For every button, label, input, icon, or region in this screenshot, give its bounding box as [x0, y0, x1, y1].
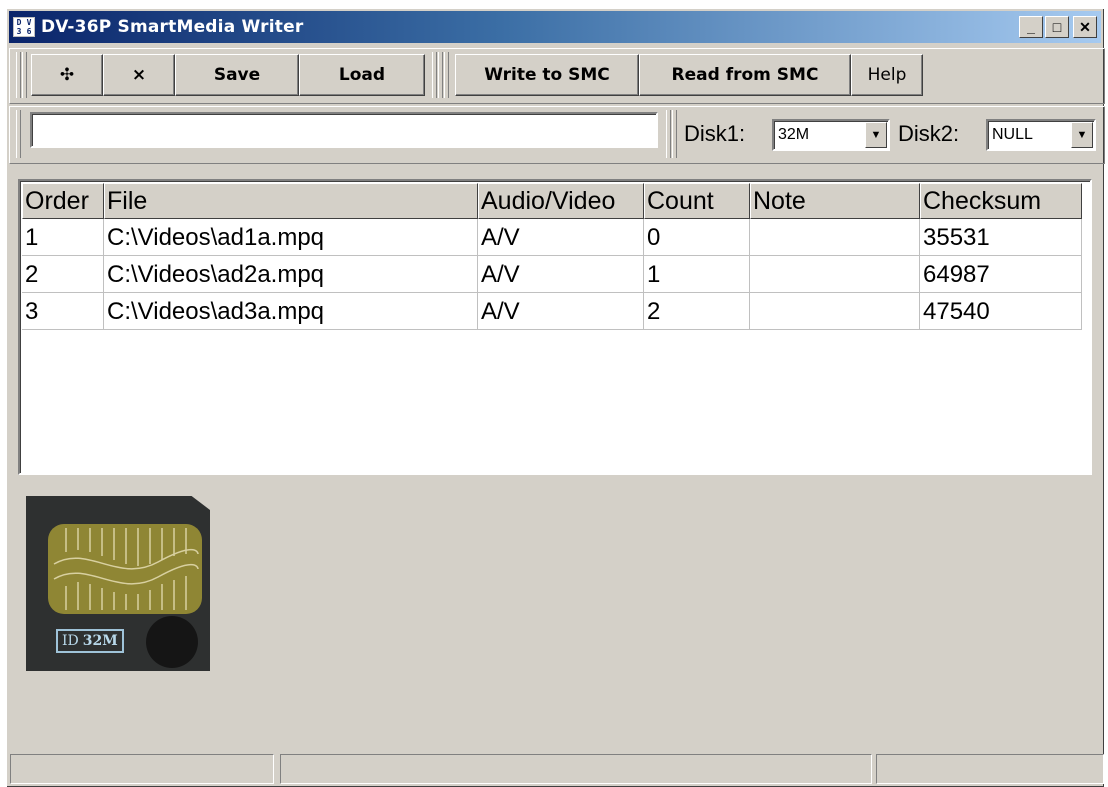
- cell-order: 2: [22, 256, 104, 293]
- column-header-audio-video[interactable]: Audio/Video: [478, 183, 644, 219]
- minimize-button[interactable]: _: [1019, 16, 1043, 38]
- cell-order: 3: [22, 293, 104, 330]
- disk1-select[interactable]: 32M ▼: [772, 119, 890, 151]
- card-write-protect-dot: [146, 616, 198, 668]
- column-header-checksum[interactable]: Checksum: [920, 183, 1082, 219]
- save-button[interactable]: Save: [175, 54, 299, 96]
- dropdown-arrow-icon[interactable]: ▼: [1071, 122, 1093, 148]
- cell-file: C:\Videos\ad1a.mpq: [104, 219, 478, 256]
- card-contacts-graphic: [48, 524, 202, 614]
- status-panel-2: [280, 754, 872, 784]
- cell-checksum: 47540: [920, 293, 1082, 330]
- app-icon-glyph: V: [26, 18, 32, 27]
- write-to-smc-button[interactable]: Write to SMC: [455, 54, 639, 96]
- cell-audio-video: A/V: [478, 293, 644, 330]
- toolbar-grip[interactable]: [16, 52, 21, 98]
- window-controls: _ □ ✕: [1019, 16, 1097, 38]
- band-separator: [666, 110, 671, 158]
- help-button[interactable]: Help: [851, 54, 923, 96]
- status-panel-1: [10, 754, 274, 784]
- cell-count: 0: [644, 219, 750, 256]
- toolbar-separator: [432, 52, 437, 98]
- cell-note: [750, 293, 920, 330]
- title-bar[interactable]: D V 3 6 DV-36P SmartMedia Writer _ □ ✕: [9, 11, 1101, 43]
- card-size-text: 32M: [82, 633, 118, 649]
- close-button[interactable]: ✕: [1073, 16, 1097, 38]
- cell-audio-video: A/V: [478, 219, 644, 256]
- column-header-count[interactable]: Count: [644, 183, 750, 219]
- close-icon: ✕: [1079, 18, 1091, 35]
- cell-count: 1: [644, 256, 750, 293]
- remove-icon: ×: [131, 65, 147, 85]
- file-list[interactable]: Order File Audio/Video Count Note Checks…: [18, 179, 1092, 475]
- app-icon-glyph: 6: [26, 27, 32, 36]
- cell-note: [750, 219, 920, 256]
- window-title: DV-36P SmartMedia Writer: [41, 17, 304, 37]
- band-grip[interactable]: [16, 110, 21, 158]
- column-header-order[interactable]: Order: [22, 183, 104, 219]
- cell-checksum: 64987: [920, 256, 1082, 293]
- toolbar-grip[interactable]: [438, 52, 443, 98]
- cell-audio-video: A/V: [478, 256, 644, 293]
- status-panel-3: [876, 754, 1104, 784]
- smartmedia-card-image: ID 32M: [26, 496, 210, 671]
- toolbar-grip[interactable]: [444, 52, 449, 98]
- remove-button[interactable]: ×: [103, 54, 175, 96]
- app-icon[interactable]: D V 3 6: [13, 17, 35, 37]
- card-id-text: ID: [62, 633, 79, 649]
- app-icon-glyph: 3: [16, 27, 22, 36]
- add-button[interactable]: ✣: [31, 54, 103, 96]
- cell-checksum: 35531: [920, 219, 1082, 256]
- cell-order: 1: [22, 219, 104, 256]
- minimize-icon: _: [1027, 19, 1035, 35]
- load-button[interactable]: Load: [299, 54, 425, 96]
- band-grip[interactable]: [672, 110, 677, 158]
- cell-note: [750, 256, 920, 293]
- card-id-badge: ID 32M: [56, 629, 124, 653]
- cell-file: C:\Videos\ad2a.mpq: [104, 256, 478, 293]
- disk1-value: 32M: [778, 126, 810, 143]
- disk1-label: Disk1:: [684, 121, 746, 146]
- dropdown-arrow-icon[interactable]: ▼: [865, 122, 887, 148]
- disk2-value: NULL: [992, 126, 1033, 143]
- cell-file: C:\Videos\ad3a.mpq: [104, 293, 478, 330]
- read-from-smc-button[interactable]: Read from SMC: [639, 54, 851, 96]
- add-icon: ✣: [59, 65, 75, 85]
- app-icon-glyph: D: [16, 18, 22, 27]
- maximize-button[interactable]: □: [1045, 16, 1069, 38]
- column-header-file[interactable]: File: [104, 183, 478, 219]
- path-input[interactable]: [30, 112, 658, 148]
- cell-count: 2: [644, 293, 750, 330]
- maximize-icon: □: [1052, 19, 1062, 35]
- disk2-select[interactable]: NULL ▼: [986, 119, 1096, 151]
- toolbar-grip[interactable]: [22, 52, 27, 98]
- disk2-label: Disk2:: [898, 121, 960, 146]
- column-header-note[interactable]: Note: [750, 183, 920, 219]
